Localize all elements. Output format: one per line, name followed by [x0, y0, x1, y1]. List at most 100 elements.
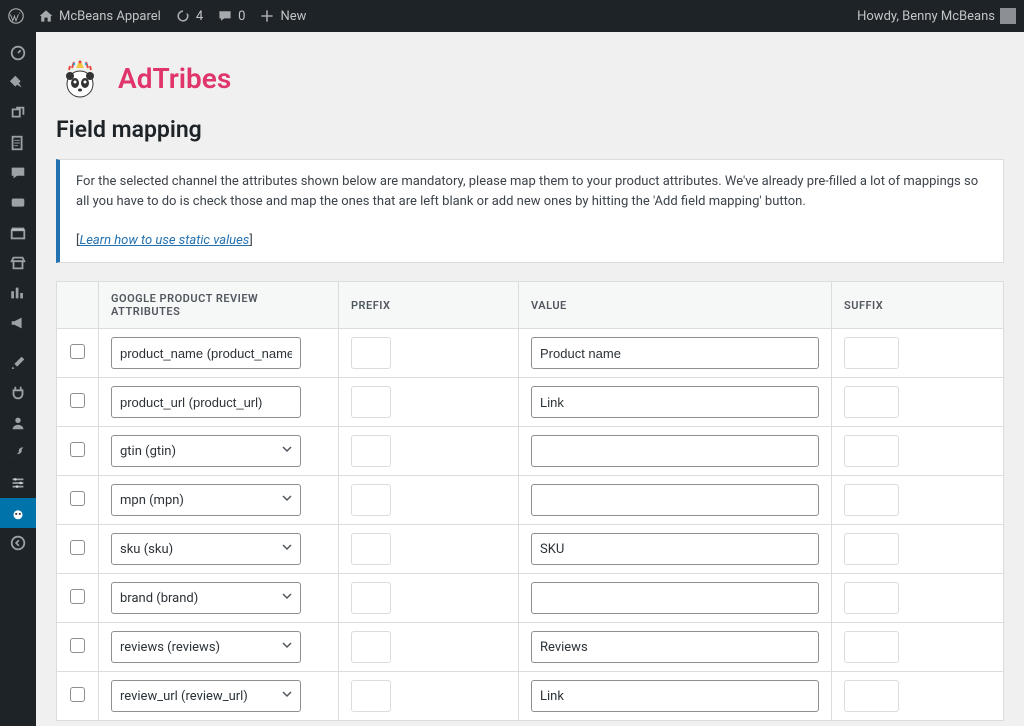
sidebar-item-comments[interactable] [0, 158, 36, 188]
sidebar-item-posts[interactable] [0, 68, 36, 98]
suffix-input[interactable] [844, 337, 899, 369]
attribute-input[interactable] [111, 386, 301, 418]
sidebar-item-users[interactable] [0, 408, 36, 438]
refresh-count: 4 [196, 9, 203, 24]
new-label: New [280, 9, 306, 24]
store-icon [9, 254, 27, 272]
attribute-select[interactable]: sku (sku) [111, 533, 301, 565]
sidebar-item-plugins[interactable] [0, 378, 36, 408]
pin-icon [9, 74, 27, 92]
attribute-value: reviews (reviews) [120, 640, 220, 655]
sidebar-item-tools[interactable] [0, 438, 36, 468]
suffix-input[interactable] [844, 484, 899, 516]
woo-icon [9, 194, 27, 212]
collapse-icon [9, 534, 27, 552]
table-row [57, 378, 1004, 427]
value-select[interactable] [531, 435, 819, 467]
prefix-input[interactable] [351, 680, 391, 712]
avatar [1000, 8, 1016, 24]
attribute-select[interactable]: review_url (review_url) [111, 680, 301, 712]
attribute-value: sku (sku) [120, 542, 173, 557]
value-selected: Link [540, 689, 564, 704]
sidebar-separator [0, 338, 36, 348]
table-row: brand (brand) [57, 574, 1004, 623]
brand-name: AdTribes [118, 62, 231, 95]
admin-bar-right: Howdy, Benny McBeans [857, 8, 1016, 24]
row-checkbox[interactable] [70, 638, 85, 653]
sidebar-item-pages[interactable] [0, 128, 36, 158]
sidebar-item-dashboard[interactable] [0, 38, 36, 68]
sidebar-item-woo[interactable] [0, 188, 36, 218]
prefix-input[interactable] [351, 337, 391, 369]
row-checkbox[interactable] [70, 589, 85, 604]
sidebar-item-media[interactable] [0, 98, 36, 128]
wp-logo[interactable] [8, 8, 24, 24]
dashboard-icon [9, 44, 27, 62]
sidebar-item-adtribes[interactable] [0, 498, 36, 528]
brush-icon [9, 354, 27, 372]
attribute-select[interactable]: reviews (reviews) [111, 631, 301, 663]
row-checkbox[interactable] [70, 393, 85, 408]
sidebar-item-products[interactable] [0, 218, 36, 248]
new-link[interactable]: New [259, 8, 306, 24]
chart-icon [9, 284, 27, 302]
prefix-input[interactable] [351, 484, 391, 516]
prefix-input[interactable] [351, 435, 391, 467]
value-select[interactable]: SKU [531, 533, 819, 565]
sidebar-item-analytics[interactable] [0, 278, 36, 308]
suffix-input[interactable] [844, 582, 899, 614]
plug-icon [9, 384, 27, 402]
sidebar-item-collapse[interactable] [0, 528, 36, 558]
value-select[interactable] [531, 484, 819, 516]
prefix-input[interactable] [351, 386, 391, 418]
sidebar-item-marketing[interactable] [0, 248, 36, 278]
panda-logo-icon [56, 54, 104, 102]
prefix-input[interactable] [351, 631, 391, 663]
prefix-input[interactable] [351, 533, 391, 565]
value-select[interactable]: Reviews [531, 631, 819, 663]
prefix-input[interactable] [351, 582, 391, 614]
row-checkbox[interactable] [70, 491, 85, 506]
notice-text: For the selected channel the attributes … [76, 174, 978, 209]
row-checkbox[interactable] [70, 344, 85, 359]
sidebar-item-settings[interactable] [0, 468, 36, 498]
info-notice: For the selected channel the attributes … [56, 159, 1004, 263]
main-content: AdTribes Field mapping For the selected … [36, 32, 1024, 726]
suffix-input[interactable] [844, 631, 899, 663]
account-link[interactable]: Howdy, Benny McBeans [857, 8, 1016, 24]
row-checkbox[interactable] [70, 442, 85, 457]
value-input[interactable] [531, 386, 819, 418]
value-selected: Reviews [540, 640, 588, 655]
attribute-select[interactable]: mpn (mpn) [111, 484, 301, 516]
attribute-select[interactable]: brand (brand) [111, 582, 301, 614]
value-input[interactable] [531, 337, 819, 369]
suffix-input[interactable] [844, 435, 899, 467]
sidebar-item-megaphone[interactable] [0, 308, 36, 338]
suffix-input[interactable] [844, 386, 899, 418]
comments-link[interactable]: 0 [217, 8, 245, 24]
notice-link[interactable]: Learn how to use static values [79, 233, 249, 248]
suffix-input[interactable] [844, 533, 899, 565]
field-mapping-table: Google Product Review Attributes Prefix … [56, 281, 1004, 721]
suffix-input[interactable] [844, 680, 899, 712]
attribute-value: review_url (review_url) [120, 689, 248, 704]
megaphone-icon [9, 314, 27, 332]
row-checkbox[interactable] [70, 687, 85, 702]
attribute-input[interactable] [111, 337, 301, 369]
sidebar-item-appearance[interactable] [0, 348, 36, 378]
table-row: sku (sku) SKU [57, 525, 1004, 574]
attribute-value: brand (brand) [120, 591, 198, 606]
row-checkbox[interactable] [70, 540, 85, 555]
refresh-link[interactable]: 4 [175, 8, 203, 24]
value-select[interactable]: Link [531, 680, 819, 712]
pages-icon [9, 134, 27, 152]
value-select[interactable] [531, 582, 819, 614]
site-link[interactable]: McBeans Apparel [38, 8, 161, 24]
attribute-select[interactable]: gtin (gtin) [111, 435, 301, 467]
brand-row: AdTribes [56, 54, 1004, 102]
media-icon [9, 104, 27, 122]
user-icon [9, 414, 27, 432]
table-row: mpn (mpn) [57, 476, 1004, 525]
table-row: review_url (review_url) Link [57, 672, 1004, 721]
page-title: Field mapping [56, 116, 1004, 143]
